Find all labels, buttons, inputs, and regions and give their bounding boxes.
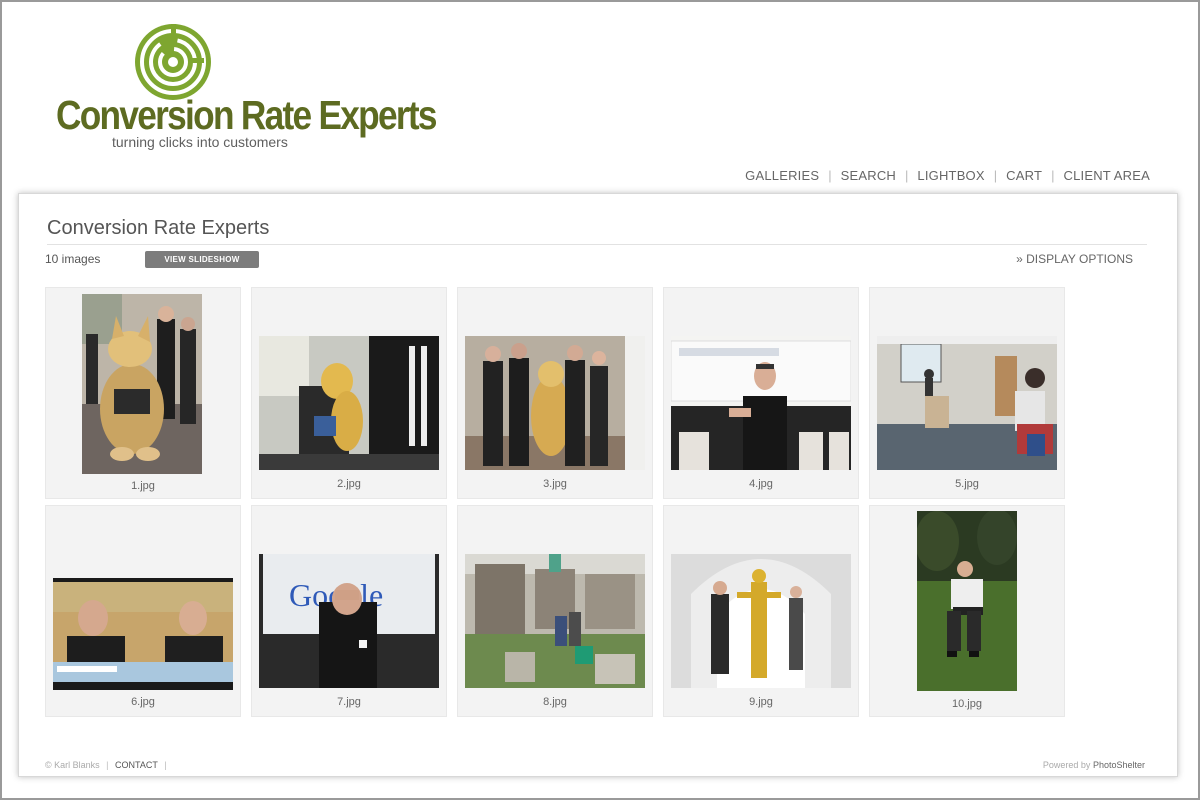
logo-tagline: turning clicks into customers: [112, 134, 288, 150]
thumbnail-image[interactable]: [465, 336, 645, 470]
nav-client-area[interactable]: CLIENT AREA: [1064, 168, 1151, 183]
thumbnail-tile[interactable]: 6.jpg: [45, 505, 241, 717]
thumbnail-image[interactable]: [465, 554, 645, 688]
nav-separator: |: [1051, 168, 1055, 183]
thumbnail-caption: 7.jpg: [337, 696, 361, 708]
thumbnail-tile[interactable]: 10.jpg: [869, 505, 1065, 717]
nav-separator: |: [828, 168, 832, 183]
nav-separator: |: [905, 168, 909, 183]
thumbnail-caption: 2.jpg: [337, 478, 361, 490]
thumbnail-image[interactable]: [53, 578, 233, 690]
view-slideshow-button[interactable]: VIEW SLIDESHOW: [145, 251, 259, 268]
nav-galleries[interactable]: GALLERIES: [745, 168, 819, 183]
title-divider: [47, 244, 1147, 245]
thumbnail-tile[interactable]: 3.jpg: [457, 287, 653, 499]
thumbnail-tile[interactable]: 5.jpg: [869, 287, 1065, 499]
thumbnail-tile[interactable]: Google 7.jpg: [251, 505, 447, 717]
gallery-title: Conversion Rate Experts: [47, 217, 270, 239]
footer-separator: |: [164, 760, 167, 770]
image-count: 10 images: [45, 252, 101, 266]
thumbnail-tile[interactable]: 8.jpg: [457, 505, 653, 717]
top-navigation: GALLERIES | SEARCH | LIGHTBOX | CART | C…: [745, 168, 1150, 183]
contact-link[interactable]: CONTACT: [115, 760, 158, 770]
nav-cart[interactable]: CART: [1006, 168, 1042, 183]
thumbnail-image[interactable]: [259, 336, 439, 470]
thumbnail-tile[interactable]: 1.jpg: [45, 287, 241, 499]
thumbnail-caption: 5.jpg: [955, 478, 979, 490]
nav-lightbox[interactable]: LIGHTBOX: [917, 168, 984, 183]
display-options-link[interactable]: » DISPLAY OPTIONS: [1016, 252, 1133, 266]
powered-by[interactable]: Powered by PhotoShelter: [1043, 760, 1145, 770]
thumbnail-image[interactable]: Google: [259, 554, 439, 688]
thumbnail-image[interactable]: [671, 554, 851, 688]
thumbnail-image[interactable]: [82, 294, 202, 474]
thumbnail-caption: 10.jpg: [952, 698, 982, 710]
thumbnail-image[interactable]: [671, 336, 851, 470]
footer-left: © Karl Blanks | CONTACT |: [45, 760, 171, 770]
site-logo[interactable]: Conversion Rate Experts turning clicks i…: [56, 22, 438, 162]
thumbnail-image[interactable]: [877, 336, 1057, 470]
thumbnail-caption: 6.jpg: [131, 696, 155, 708]
thumbnail-image[interactable]: [917, 511, 1017, 691]
thumbnail-caption: 4.jpg: [749, 478, 773, 490]
thumbnail-caption: 3.jpg: [543, 478, 567, 490]
nav-separator: |: [993, 168, 998, 183]
thumbnail-caption: 8.jpg: [543, 696, 567, 708]
thumbnail-tile[interactable]: 2.jpg: [251, 287, 447, 499]
copyright-text: © Karl Blanks: [45, 760, 100, 770]
powered-by-label: Powered by: [1042, 760, 1091, 770]
photoshelter-brand: PhotoShelter: [1092, 760, 1145, 770]
nav-search[interactable]: SEARCH: [841, 168, 896, 183]
gallery-panel: Conversion Rate Experts 10 images VIEW S…: [18, 193, 1178, 777]
logo-wordmark: Conversion Rate Experts: [56, 92, 438, 138]
footer-separator: |: [106, 760, 109, 770]
thumbnail-caption: 9.jpg: [749, 696, 773, 708]
thumbnail-caption: 1.jpg: [131, 480, 155, 492]
thumbnail-tile[interactable]: 4.jpg: [663, 287, 859, 499]
thumbnail-tile[interactable]: 9.jpg: [663, 505, 859, 717]
